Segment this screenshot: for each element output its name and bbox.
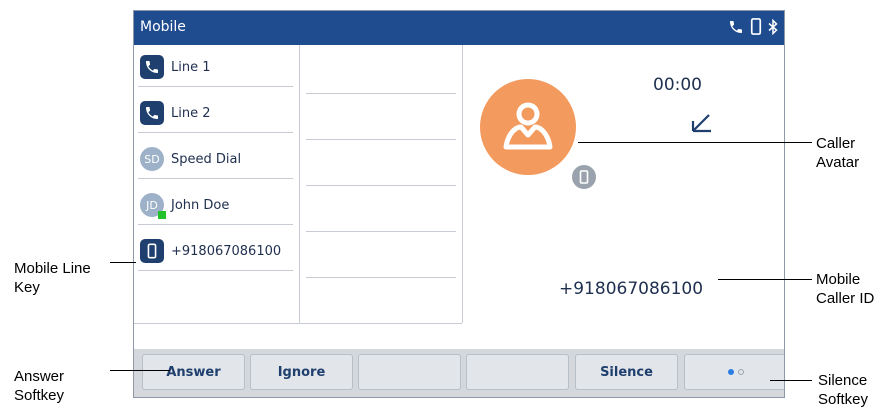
callout-text: Mobile Line Key (14, 260, 91, 296)
empty-softkey[interactable] (358, 354, 461, 390)
ignore-softkey[interactable]: Ignore (250, 354, 353, 390)
person-icon (503, 102, 553, 150)
callout-caller-avatar: Caller Avatar (816, 134, 876, 172)
line-key-john-doe[interactable]: JD John Doe (138, 186, 293, 225)
callout-text: Mobile Caller ID (816, 271, 875, 307)
divider (134, 323, 462, 324)
divider (306, 139, 456, 140)
callout-text: Silence Softkey (818, 372, 869, 408)
call-timer: 00:00 (653, 75, 702, 95)
divider (306, 277, 456, 278)
divider (306, 231, 456, 232)
line-key-column: Line 1 Line 2 SD Speed Dial JD John Doe … (134, 45, 300, 323)
contact-initials-avatar: SD (140, 147, 164, 171)
screen-title: Mobile (140, 19, 186, 35)
phone-icon (140, 101, 164, 125)
mobile-device-icon (750, 18, 762, 35)
callout-mobile-line-key: Mobile Line Key (14, 259, 114, 297)
call-panel: 00:00 +918067086100 (463, 45, 784, 349)
contact-initials-avatar: JD (140, 193, 166, 219)
page-dot-active (727, 369, 734, 375)
line-key-column-2 (300, 45, 463, 323)
divider (306, 93, 456, 94)
line-key-label: John Doe (171, 197, 230, 213)
title-bar: Mobile (134, 11, 784, 45)
callout-text: Answer Softkey (14, 368, 65, 404)
mobile-device-icon (140, 239, 164, 263)
more-softkey[interactable] (684, 354, 784, 390)
line-key-line-2[interactable]: Line 2 (138, 94, 293, 133)
page-dot (737, 369, 744, 375)
incoming-arrow-icon (691, 114, 711, 133)
answer-softkey[interactable]: Answer (142, 354, 245, 390)
callout-leader (110, 262, 136, 263)
line-key-label: Line 1 (171, 59, 211, 75)
silence-softkey[interactable]: Silence (575, 354, 678, 390)
caller-avatar (480, 79, 576, 175)
callout-leader (718, 279, 812, 280)
callout-leader (578, 142, 812, 143)
bluetooth-icon (768, 18, 778, 35)
phone-icon (730, 20, 742, 33)
callout-mobile-caller-id: Mobile Caller ID (816, 270, 888, 308)
line-key-line-1[interactable]: Line 1 (138, 48, 293, 87)
callout-answer-softkey: Answer Softkey (14, 367, 94, 405)
status-icons (728, 18, 778, 35)
caller-id: +918067086100 (559, 279, 704, 299)
mobile-badge-icon (570, 163, 598, 191)
callout-leader (110, 370, 170, 371)
line-key-label: Speed Dial (171, 151, 242, 167)
empty-softkey[interactable] (466, 354, 569, 390)
line-key-label: +918067086100 (171, 243, 282, 259)
page-indicator (727, 369, 744, 375)
line-key-speed-dial[interactable]: SD Speed Dial (138, 140, 293, 179)
line-key-label: Line 2 (171, 105, 211, 121)
divider (306, 185, 456, 186)
callout-leader (770, 380, 812, 381)
contact-initials: JD (146, 198, 158, 212)
presence-available-indicator (158, 211, 166, 219)
phone-screen: Mobile Line 1 Line 2 SD Speed Dial JD Jo… (133, 10, 785, 398)
line-key-mobile[interactable]: +918067086100 (138, 232, 293, 271)
softkey-bar: Answer Ignore Silence (134, 349, 784, 397)
phone-icon (140, 55, 164, 79)
callout-silence-softkey: Silence Softkey (818, 371, 886, 409)
callout-text: Caller Avatar (816, 135, 860, 171)
